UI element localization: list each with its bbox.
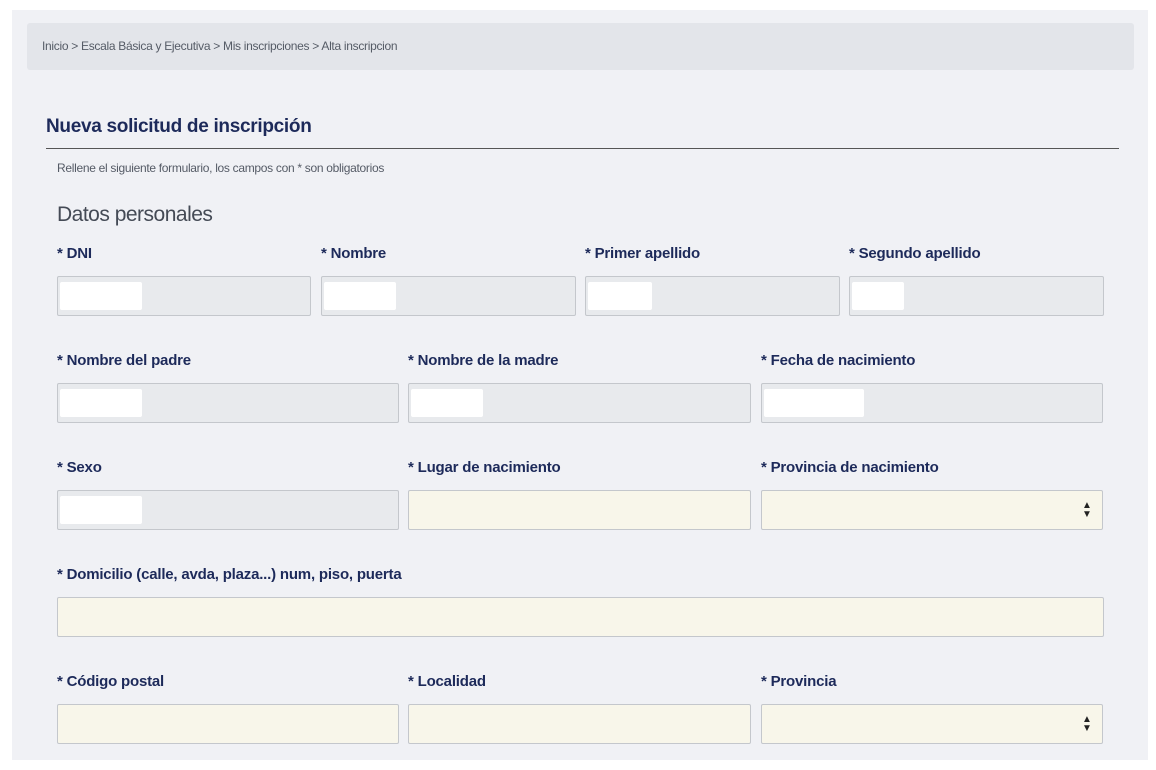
domicilio-label: * Domicilio (calle, avda, plaza...) num,…	[57, 566, 402, 583]
provincia-nacimiento-select[interactable]: ▲ ▼	[761, 490, 1103, 530]
redacted-value	[764, 389, 864, 417]
breadcrumb: Inicio > Escala Básica y Ejecutiva > Mis…	[27, 23, 1134, 70]
redacted-value	[411, 389, 483, 417]
page-title: Nueva solicitud de inscripción	[46, 116, 312, 137]
segundo-apellido-label: * Segundo apellido	[849, 245, 981, 262]
sort-arrows-icon: ▲ ▼	[1082, 500, 1092, 520]
codigo-postal-label: * Código postal	[57, 673, 164, 690]
lugar-nacimiento-input[interactable]	[408, 490, 751, 530]
provincia-select[interactable]: ▲ ▼	[761, 704, 1103, 744]
nombre-madre-field[interactable]	[408, 383, 751, 423]
fecha-nacimiento-field[interactable]	[761, 383, 1103, 423]
localidad-label: * Localidad	[408, 673, 486, 690]
dni-label: * DNI	[57, 245, 92, 262]
lugar-nacimiento-label: * Lugar de nacimiento	[408, 459, 561, 476]
section-title: Datos personales	[57, 203, 213, 226]
codigo-postal-input[interactable]	[57, 704, 399, 744]
segundo-apellido-field[interactable]	[849, 276, 1104, 316]
title-divider	[46, 148, 1119, 149]
nombre-field[interactable]	[321, 276, 576, 316]
provincia-label: * Provincia	[761, 673, 837, 690]
nombre-padre-field[interactable]	[57, 383, 399, 423]
primer-apellido-field[interactable]	[585, 276, 840, 316]
nombre-madre-label: * Nombre de la madre	[408, 352, 559, 369]
redacted-value	[324, 282, 396, 310]
nombre-label: * Nombre	[321, 245, 387, 262]
nombre-padre-label: * Nombre del padre	[57, 352, 191, 369]
primer-apellido-label: * Primer apellido	[585, 245, 700, 262]
provincia-nacimiento-label: * Provincia de nacimiento	[761, 459, 939, 476]
domicilio-input[interactable]	[57, 597, 1104, 637]
redacted-value	[60, 282, 142, 310]
sort-arrows-icon: ▲ ▼	[1082, 714, 1092, 734]
redacted-value	[60, 496, 142, 524]
dni-field[interactable]	[57, 276, 311, 316]
fecha-nacimiento-label: * Fecha de nacimiento	[761, 352, 916, 369]
page-frame: Inicio > Escala Básica y Ejecutiva > Mis…	[12, 10, 1148, 760]
sexo-field[interactable]	[57, 490, 399, 530]
redacted-value	[60, 389, 142, 417]
redacted-value	[852, 282, 904, 310]
localidad-input[interactable]	[408, 704, 751, 744]
form-instructions: Rellene el siguiente formulario, los cam…	[57, 161, 385, 175]
redacted-value	[588, 282, 652, 310]
sexo-label: * Sexo	[57, 459, 102, 476]
